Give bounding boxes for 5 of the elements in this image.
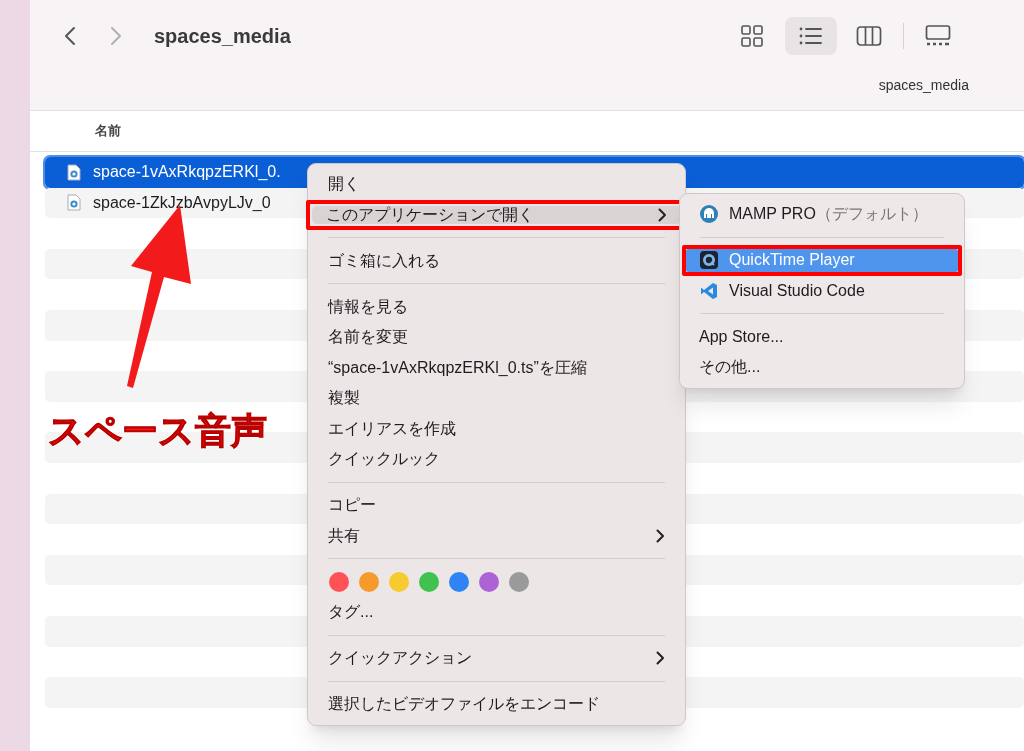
file-name: space-1vAxRkqpzERKl_0.: [93, 162, 281, 183]
annotation-caption: スペース音声: [48, 409, 267, 453]
path-label: spaces_media: [878, 76, 969, 95]
window-title: spaces_media: [154, 24, 291, 49]
file-name: space-1ZkJzbAvpyLJv_0: [93, 192, 271, 213]
